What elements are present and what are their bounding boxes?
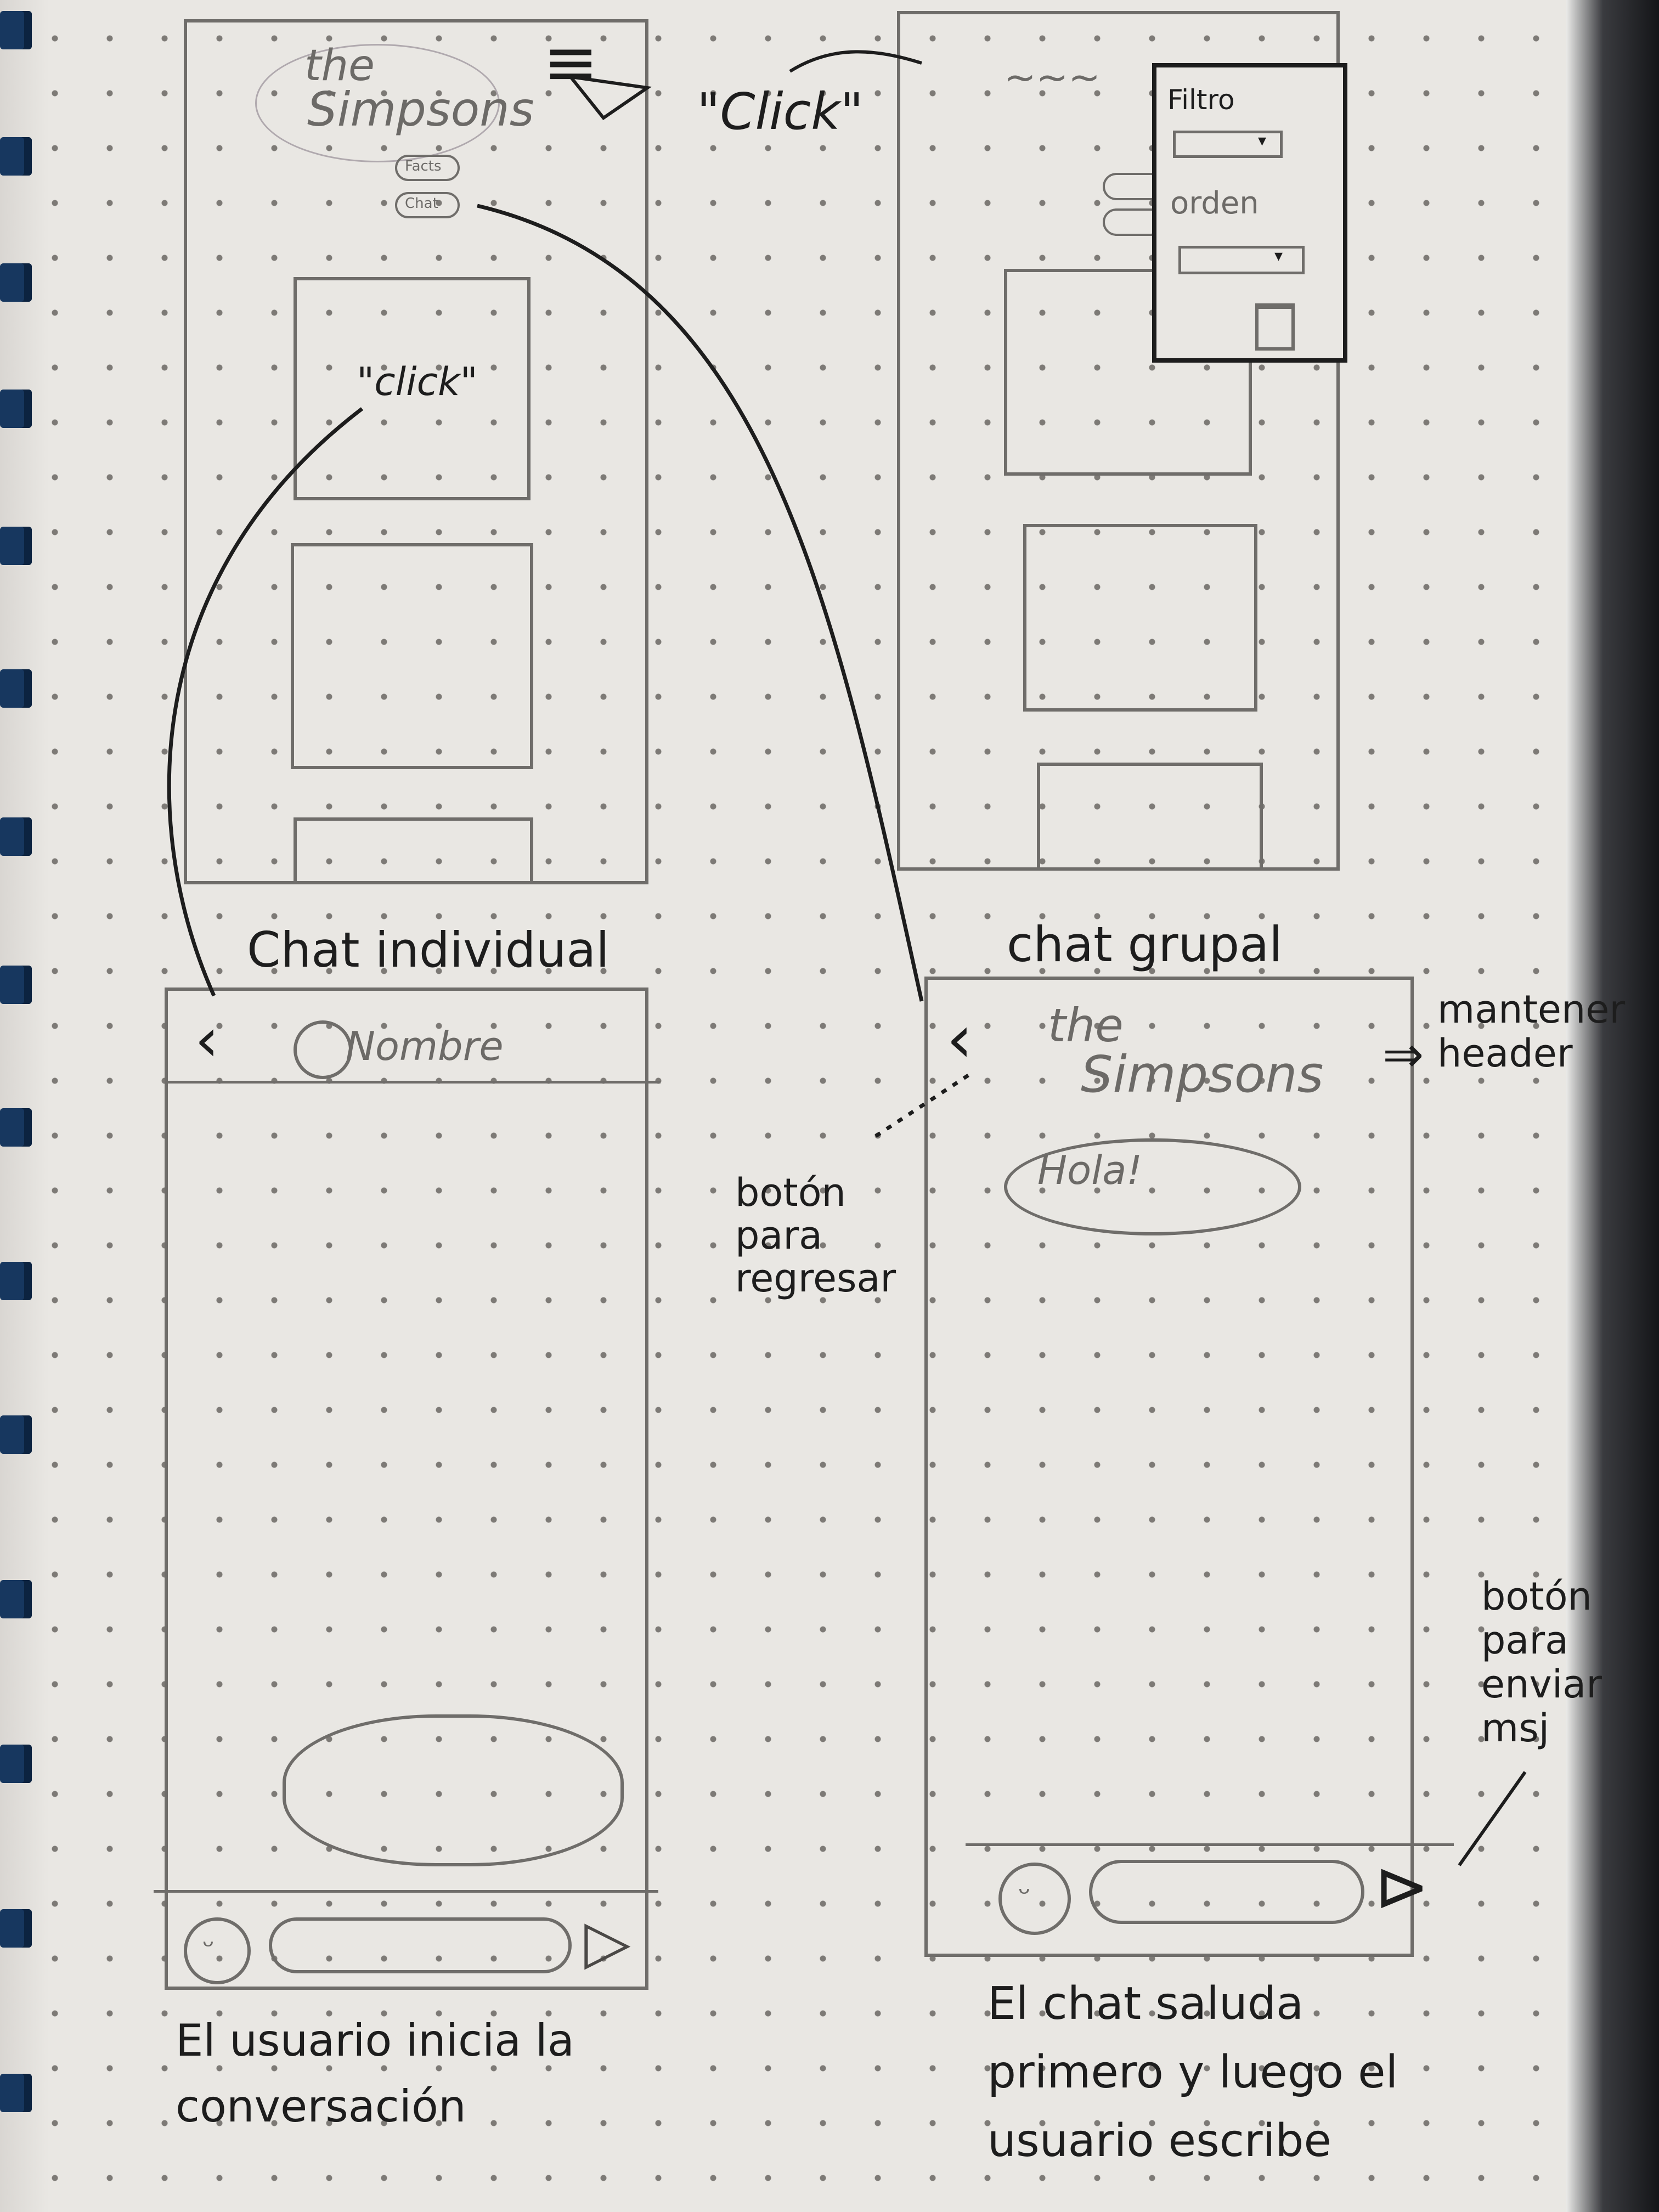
arrow-card-to-individual — [167, 407, 364, 997]
flow-arrows — [167, 50, 1527, 1866]
arrow-send-note — [1458, 1771, 1527, 1866]
arrow-back-note — [871, 1074, 969, 1140]
cursor-arrow-icon — [566, 74, 652, 121]
arrow-chat-to-group — [477, 204, 924, 1002]
arrow-menu-to-filter — [789, 50, 922, 73]
